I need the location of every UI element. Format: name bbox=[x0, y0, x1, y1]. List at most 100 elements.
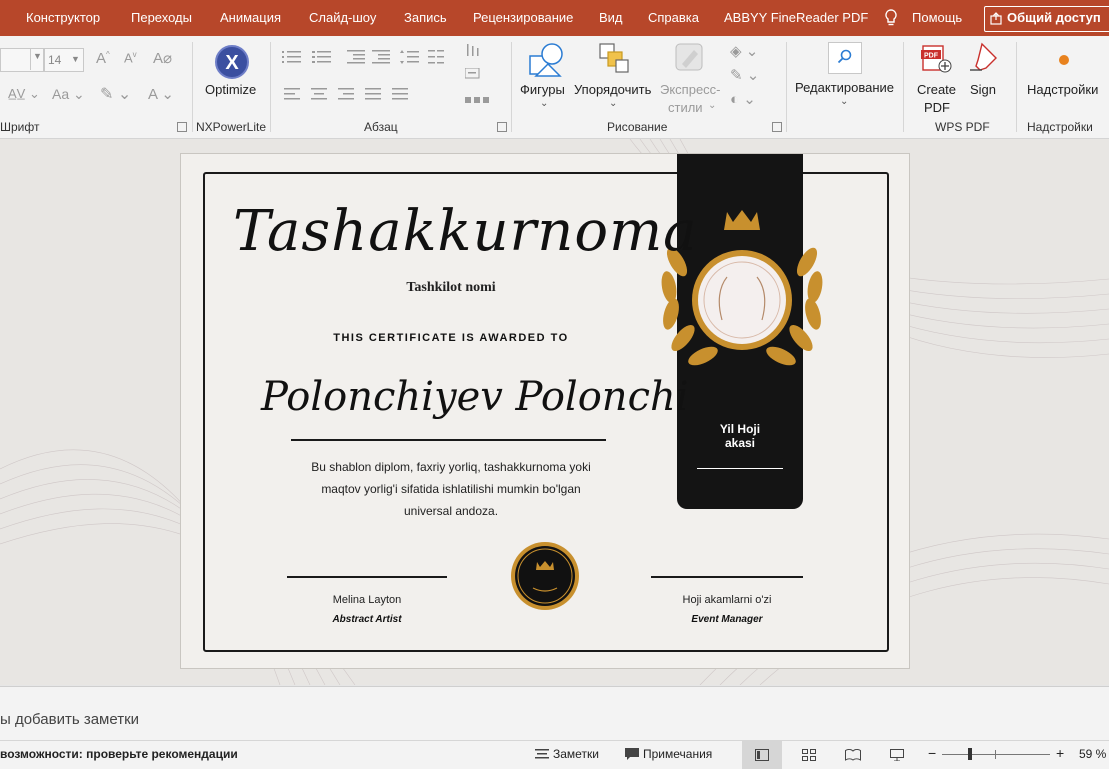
slide[interactable]: Tashakkurnoma Tashkilot nomi THIS CERTIF… bbox=[180, 153, 910, 669]
zoom-out-button[interactable]: − bbox=[928, 745, 936, 761]
signer-right-name: Hoji akamlarni o'zi bbox=[682, 594, 772, 606]
zoom-level[interactable]: 59 % bbox=[1079, 747, 1106, 761]
reading-view-icon[interactable] bbox=[845, 748, 861, 764]
tab-abbyy[interactable]: ABBYY FineReader PDF bbox=[724, 0, 868, 36]
group-separator bbox=[270, 42, 271, 132]
distributed-icon[interactable] bbox=[392, 88, 408, 103]
font-name-dropdown[interactable]: ▼ bbox=[30, 48, 43, 70]
columns-icon[interactable] bbox=[428, 50, 444, 67]
group-label-font: Шрифт bbox=[0, 120, 40, 134]
zoom-slider-center-tick bbox=[995, 750, 996, 759]
organization-name: Tashkilot nomi bbox=[406, 280, 496, 295]
signer-left-name: Melina Layton bbox=[332, 594, 402, 606]
tab-design[interactable]: Конструктор bbox=[26, 0, 100, 36]
shapes-icon[interactable] bbox=[528, 42, 564, 81]
zoom-slider[interactable] bbox=[942, 754, 1050, 755]
change-case-icon[interactable]: Aa ⌄ bbox=[52, 86, 85, 103]
font-dialog-launcher[interactable] bbox=[177, 122, 187, 132]
shape-fill-icon[interactable]: ◈ ⌄ bbox=[730, 42, 758, 60]
increase-font-icon[interactable]: A^ bbox=[96, 50, 110, 67]
share-button[interactable]: Общий доступ bbox=[984, 6, 1109, 32]
optimize-icon[interactable]: X bbox=[214, 44, 250, 83]
decrease-font-icon[interactable]: Av bbox=[124, 50, 137, 65]
paragraph-dialog-launcher[interactable] bbox=[497, 122, 507, 132]
description-line: maqtov yorlig'i sifatida ishlatilishi mu… bbox=[321, 482, 581, 496]
tab-help[interactable]: Справка bbox=[648, 0, 699, 36]
shapes-dropdown-icon: ⌄ bbox=[540, 98, 549, 109]
numbering-icon[interactable] bbox=[312, 50, 334, 67]
font-size-box[interactable]: 14 ▼ bbox=[44, 48, 84, 72]
arrange-label[interactable]: Упорядочить bbox=[574, 82, 651, 97]
addins-icon[interactable] bbox=[1058, 54, 1070, 69]
font-color-icon[interactable]: A ⌄ bbox=[148, 85, 174, 103]
tab-view[interactable]: Вид bbox=[599, 0, 623, 36]
signature-line-right bbox=[651, 576, 803, 578]
share-label: Общий доступ bbox=[1007, 10, 1101, 25]
create-pdf-label-1[interactable]: Create bbox=[917, 82, 956, 97]
tab-record[interactable]: Запись bbox=[404, 0, 447, 36]
smartart-icon[interactable] bbox=[465, 94, 493, 111]
group-separator bbox=[903, 42, 904, 132]
bullets-icon[interactable] bbox=[282, 50, 304, 67]
align-right-icon[interactable] bbox=[338, 88, 354, 103]
group-separator bbox=[786, 42, 787, 132]
editing-button[interactable] bbox=[828, 42, 862, 74]
line-spacing-icon[interactable] bbox=[400, 50, 420, 67]
quick-styles-label-2[interactable]: стили bbox=[668, 100, 703, 115]
sign-label[interactable]: Sign bbox=[970, 82, 996, 97]
drawing-dialog-launcher[interactable] bbox=[772, 122, 782, 132]
align-text-icon[interactable] bbox=[464, 67, 493, 85]
decrease-indent-icon[interactable] bbox=[347, 50, 365, 67]
shape-outline-icon[interactable]: ✎ ⌄ bbox=[730, 66, 759, 84]
increase-indent-icon[interactable] bbox=[372, 50, 390, 67]
addins-label[interactable]: Надстройки bbox=[1027, 82, 1098, 97]
font-size-dropdown-icon: ▼ bbox=[71, 54, 80, 64]
editing-label[interactable]: Редактирование bbox=[795, 80, 894, 95]
align-center-icon[interactable] bbox=[311, 88, 327, 103]
group-label-addins: Надстройки bbox=[1027, 120, 1093, 134]
gold-seal-icon bbox=[511, 542, 579, 610]
tab-tell-me[interactable]: Помощь bbox=[912, 0, 962, 36]
banner-divider bbox=[697, 468, 783, 469]
font-size-value: 14 bbox=[48, 53, 62, 67]
clear-formatting-icon[interactable]: A⌀ bbox=[153, 49, 172, 67]
shapes-label[interactable]: Фигуры bbox=[520, 82, 565, 97]
normal-view-button[interactable] bbox=[742, 741, 782, 769]
quick-styles-label-1[interactable]: Экспресс- bbox=[660, 82, 721, 97]
accessibility-status[interactable]: возможности: проверьте рекомендации bbox=[0, 747, 238, 761]
comments-button[interactable]: Примечания bbox=[643, 747, 712, 761]
create-pdf-icon[interactable]: PDF bbox=[921, 44, 955, 79]
recipient-name: Polonchiyev Polonchi bbox=[261, 374, 689, 420]
notes-placeholder[interactable]: ы добавить заметки bbox=[0, 711, 139, 728]
sign-icon[interactable] bbox=[968, 42, 1000, 77]
status-bar: возможности: проверьте рекомендации Заме… bbox=[0, 740, 1109, 769]
character-spacing-icon[interactable]: A̲V̲ ⌄ bbox=[8, 86, 40, 102]
notes-button[interactable]: Заметки bbox=[553, 747, 599, 761]
slide-sorter-icon[interactable] bbox=[802, 749, 816, 764]
tab-slideshow[interactable]: Слайд-шоу bbox=[309, 0, 376, 36]
optimize-label[interactable]: Optimize bbox=[205, 82, 256, 97]
notes-pane[interactable]: ы добавить заметки bbox=[0, 686, 1109, 741]
svg-text:PDF: PDF bbox=[924, 53, 939, 60]
zoom-in-button[interactable]: + bbox=[1056, 745, 1064, 761]
align-left-icon[interactable] bbox=[284, 88, 300, 103]
tab-animations[interactable]: Анимация bbox=[220, 0, 281, 36]
recipient-underline bbox=[291, 439, 606, 441]
text-direction-icon[interactable] bbox=[465, 44, 493, 61]
group-separator bbox=[1016, 42, 1017, 132]
slideshow-icon[interactable] bbox=[890, 749, 904, 764]
shape-effects-icon[interactable]: ◐ ⌄ bbox=[730, 90, 756, 108]
signer-right-role: Event Manager bbox=[691, 614, 763, 625]
group-separator bbox=[511, 42, 512, 132]
create-pdf-label-2[interactable]: PDF bbox=[924, 100, 950, 115]
justify-icon[interactable] bbox=[365, 88, 381, 103]
certificate-description: Bu shablon diplom, faxriy yorliq, tashak… bbox=[281, 456, 621, 522]
banner-line-2: akasi bbox=[724, 436, 756, 450]
tab-transitions[interactable]: Переходы bbox=[131, 0, 192, 36]
highlight-icon[interactable]: ✎ ⌄ bbox=[100, 84, 131, 104]
arrange-icon[interactable] bbox=[598, 42, 630, 79]
tab-review[interactable]: Рецензирование bbox=[473, 0, 573, 36]
quick-styles-icon[interactable] bbox=[674, 42, 708, 79]
lightbulb-icon bbox=[884, 9, 898, 30]
zoom-slider-thumb[interactable] bbox=[968, 748, 972, 760]
